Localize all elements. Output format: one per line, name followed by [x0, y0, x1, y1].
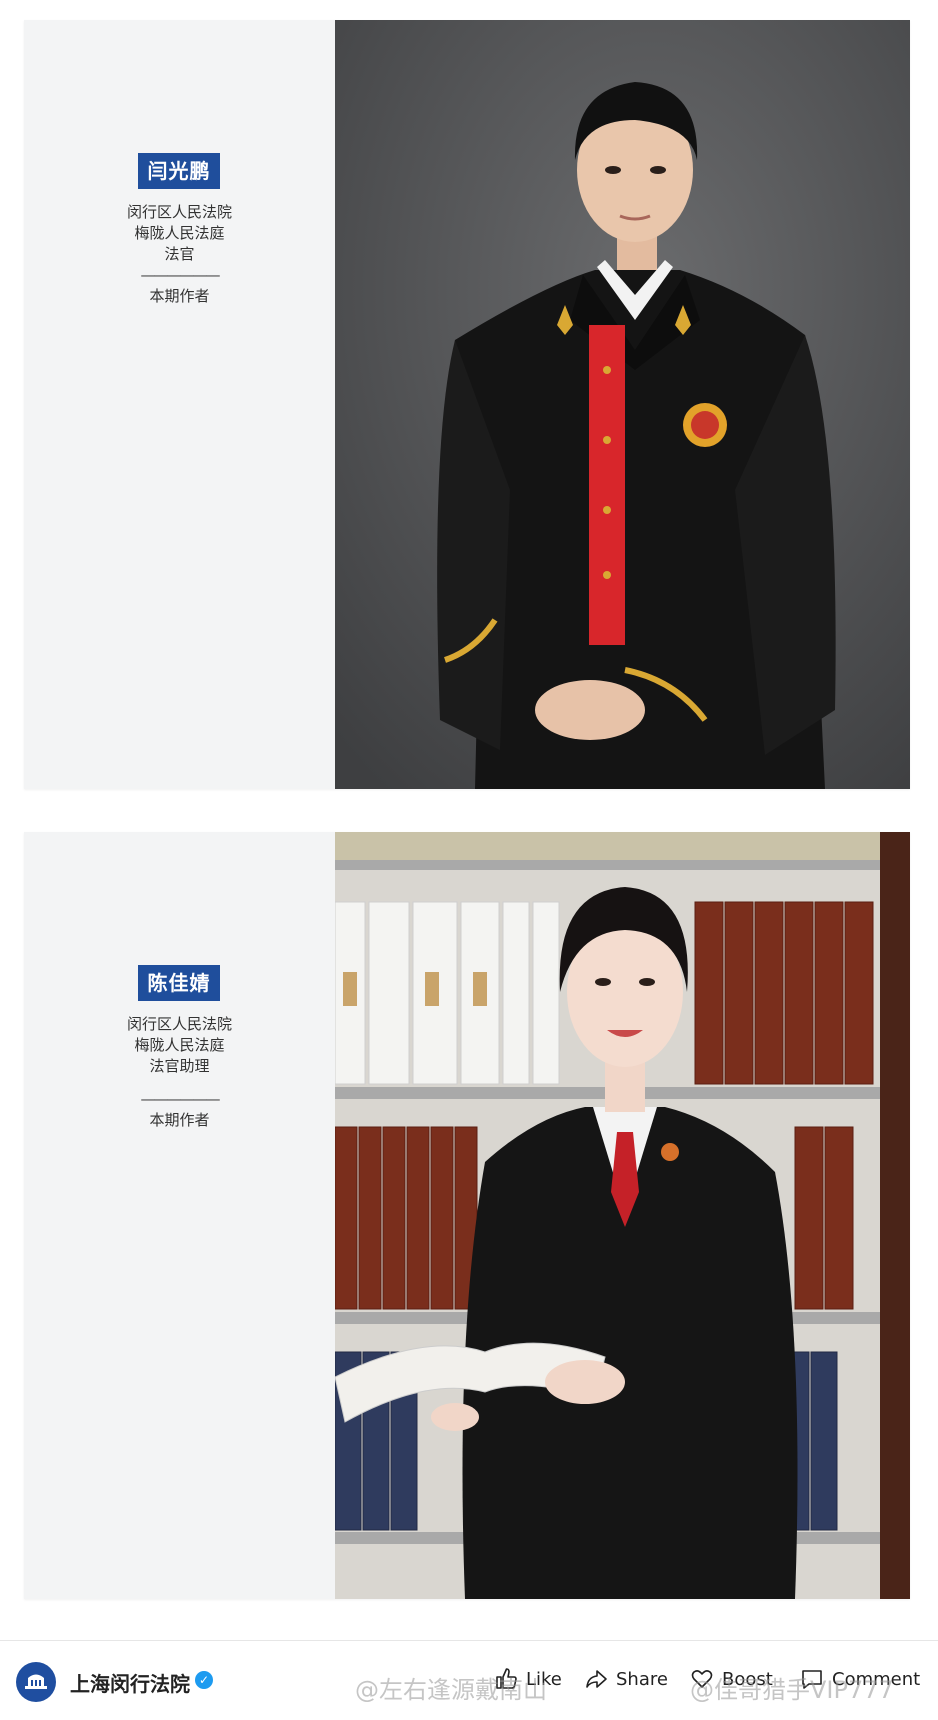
share-label: Share: [616, 1668, 668, 1690]
post-footer-bar: 上海闵行法院 ✓ Like Share Boost Comment @左右逢源戴…: [0, 1648, 938, 1720]
comment-label: Comment: [832, 1668, 921, 1690]
portrait-photo: [335, 20, 910, 789]
comment-icon: [802, 1670, 822, 1689]
boost-button[interactable]: Boost: [690, 1664, 773, 1694]
portrait-assistant-image: [335, 832, 910, 1599]
profile-details: 闵行区人民法院 梅陇人民法庭 法官助理 —————— 本期作者: [24, 1014, 335, 1131]
profile-card-1: 闫光鹏 闵行区人民法院 梅陇人民法庭 法官 —————— 本期作者: [24, 20, 910, 789]
thumbs-up-icon: [496, 1668, 517, 1689]
comment-button[interactable]: Comment: [800, 1664, 920, 1694]
role-line: 法官: [164, 245, 195, 263]
name-tag: 闫光鹏: [138, 153, 220, 189]
verified-badge-icon: ✓: [195, 1671, 213, 1689]
portrait-photo: [335, 832, 910, 1599]
court-line: 闵行区人民法院: [126, 203, 232, 221]
court-line: 闵行区人民法院: [126, 1015, 232, 1033]
account-name[interactable]: 上海闵行法院: [70, 1668, 190, 1697]
portrait-judge-image: [335, 20, 910, 789]
court-emblem-icon: [17, 1663, 55, 1701]
profile-details: 闵行区人民法院 梅陇人民法庭 法官 —————— 本期作者: [24, 202, 335, 307]
like-label: Like: [526, 1668, 562, 1690]
like-button[interactable]: Like: [494, 1664, 562, 1694]
author-label: 本期作者: [149, 1111, 210, 1129]
profile-info-panel: 陈佳婧 闵行区人民法院 梅陇人民法庭 法官助理 —————— 本期作者: [24, 832, 335, 1599]
divider-line: ——————: [140, 266, 221, 284]
share-button[interactable]: Share: [584, 1664, 668, 1694]
heart-icon: [691, 1670, 713, 1688]
share-arrow-icon: [586, 1670, 607, 1688]
tribunal-line: 梅陇人民法庭: [134, 224, 225, 242]
footer-divider: [0, 1640, 938, 1641]
profile-card-2: 陈佳婧 闵行区人民法院 梅陇人民法庭 法官助理 —————— 本期作者: [24, 832, 910, 1599]
role-line: 法官助理: [149, 1057, 210, 1075]
boost-label: Boost: [722, 1668, 773, 1690]
account-avatar[interactable]: [16, 1662, 56, 1702]
profile-info-panel: 闫光鹏 闵行区人民法院 梅陇人民法庭 法官 —————— 本期作者: [24, 20, 335, 789]
name-tag: 陈佳婧: [138, 965, 220, 1001]
tribunal-line: 梅陇人民法庭: [134, 1036, 225, 1054]
divider-line: ——————: [140, 1090, 221, 1108]
author-label: 本期作者: [149, 287, 210, 305]
